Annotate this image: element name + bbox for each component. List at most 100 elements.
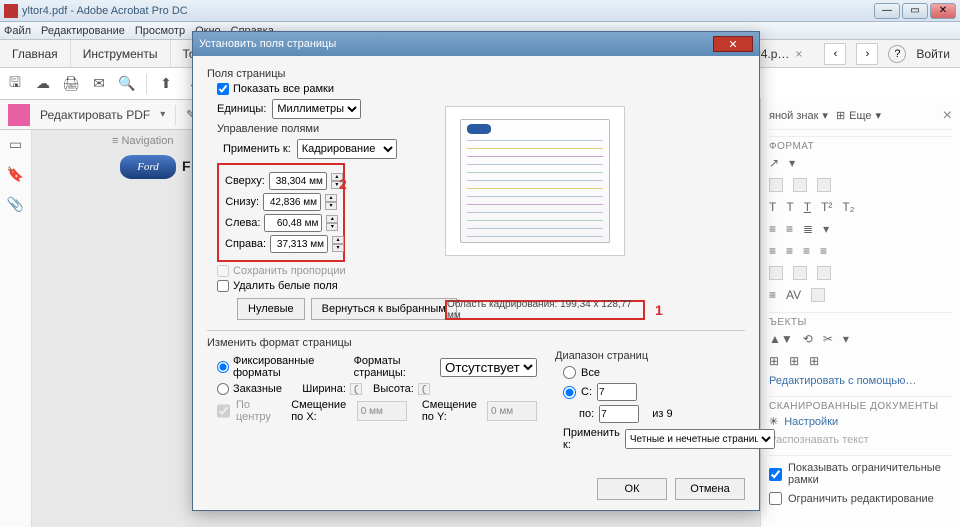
subscript-icon[interactable]: T₂ — [842, 200, 854, 214]
bookmark-icon[interactable]: 🔖 — [8, 166, 24, 182]
text-underline-icon[interactable]: T — [804, 200, 811, 214]
spinner-icon[interactable]: ▴▾ — [332, 236, 344, 252]
font-button[interactable] — [793, 178, 807, 192]
spacing-icon[interactable]: ≡ — [769, 288, 776, 302]
watermark-link[interactable]: яной знак ▾ — [769, 109, 828, 122]
av-spacing-icon[interactable]: AV — [786, 288, 801, 302]
bullet-list-icon[interactable]: ≣ — [803, 222, 813, 236]
gear-icon[interactable]: ✳ — [769, 415, 778, 428]
close-icon[interactable]: × — [943, 107, 952, 125]
window-minimize-button[interactable]: — — [874, 3, 900, 19]
text-small-t-icon[interactable]: T — [786, 200, 793, 214]
height-input — [418, 383, 430, 395]
menu-view[interactable]: Просмотр — [135, 25, 185, 37]
align-icon[interactable]: ≡ — [769, 244, 776, 258]
units-select[interactable]: Миллиметры — [272, 99, 361, 119]
window-close-button[interactable]: ✕ — [930, 3, 956, 19]
range-apply-select[interactable]: Четные и нечетные страницы — [625, 429, 775, 449]
attachment-icon[interactable]: 📎 — [8, 196, 24, 212]
box-icon[interactable] — [811, 288, 825, 302]
edit-pdf-icon — [8, 104, 30, 126]
search-icon[interactable]: 🔍 — [118, 75, 136, 93]
font-button[interactable] — [817, 178, 831, 192]
fixed-formats-radio[interactable] — [217, 361, 229, 373]
page-range-title: Диапазон страниц — [555, 350, 745, 362]
box-icon[interactable] — [793, 266, 807, 280]
save-icon[interactable]: 🖫 — [6, 75, 24, 93]
units-label: Единицы: — [217, 103, 266, 115]
window-title: yltor4.pdf - Adobe Acrobat Pro DC — [22, 5, 874, 17]
cancel-button[interactable]: Отмена — [675, 478, 745, 500]
set-page-boxes-dialog: Установить поля страницы ✕ Поля страницы… — [192, 31, 760, 511]
help-icon[interactable]: ? — [888, 45, 906, 63]
box-icon[interactable] — [769, 266, 783, 280]
dialog-close-button[interactable]: ✕ — [713, 36, 753, 52]
apply-to-select[interactable]: Кадрирование — [297, 139, 397, 159]
margin-right-input[interactable] — [270, 235, 328, 253]
align-icon[interactable]: ≡ — [786, 244, 793, 258]
pages-panel-icon[interactable]: ▭ — [8, 136, 24, 152]
menu-edit[interactable]: Редактирование — [41, 25, 125, 37]
spinner-icon[interactable]: ▴▾ — [325, 194, 337, 210]
page-up-icon[interactable]: ⬆ — [157, 75, 175, 93]
dialog-titlebar[interactable]: Установить поля страницы ✕ — [193, 32, 759, 56]
edit-with-link[interactable]: Редактировать с помощью… — [769, 375, 916, 387]
recognize-text-label: Распознавать текст — [769, 434, 869, 446]
tab-tools[interactable]: Инструменты — [71, 40, 171, 67]
settings-link[interactable]: Настройки — [784, 416, 838, 428]
page-formats-select[interactable]: Отсутствует — [440, 358, 537, 377]
range-to-input[interactable] — [599, 405, 639, 423]
align-center-icon[interactable]: ≡ — [786, 222, 793, 236]
cloud-icon[interactable]: ☁ — [34, 75, 52, 93]
spinner-icon[interactable]: ▴▾ — [326, 215, 338, 231]
restrict-edit-checkbox[interactable] — [769, 492, 782, 505]
align-obj-icon[interactable]: ⊞ — [809, 354, 819, 368]
mail-icon[interactable]: ✉ — [90, 75, 108, 93]
remove-white-checkbox[interactable] — [217, 280, 229, 292]
login-link[interactable]: Войти — [916, 47, 950, 61]
chevron-down-icon[interactable]: ▾ — [160, 109, 165, 120]
print-icon[interactable]: 🖨 — [62, 75, 80, 93]
offset-y-input — [487, 401, 537, 421]
custom-formats-radio[interactable] — [217, 383, 229, 395]
arrow-icon[interactable]: ↗ — [769, 156, 779, 170]
align-icon[interactable]: ≡ — [803, 244, 810, 258]
margin-bottom-input[interactable] — [263, 193, 321, 211]
more-link[interactable]: ⊞ Еще ▾ — [836, 109, 881, 122]
tab-prev-button[interactable]: ‹ — [824, 43, 846, 65]
ok-button[interactable]: ОК — [597, 478, 667, 500]
align-icon[interactable]: ≡ — [820, 244, 827, 258]
rotate-icon[interactable]: ⟲ — [803, 332, 813, 346]
crop-icon[interactable]: ✂ — [823, 332, 833, 346]
font-button[interactable] — [769, 178, 783, 192]
close-icon[interactable]: × — [795, 47, 802, 61]
show-bounds-checkbox[interactable] — [769, 468, 782, 481]
align-obj-icon[interactable]: ⊞ — [769, 354, 779, 368]
ford-logo: Ford — [120, 155, 176, 179]
section-scanned: СКАНИРОВАННЫЕ ДОКУМЕНТЫ — [769, 396, 952, 412]
range-from-input[interactable] — [597, 383, 637, 401]
ford-logo-mini — [467, 124, 491, 134]
align-obj-icon[interactable]: ⊞ — [789, 354, 799, 368]
range-all-radio[interactable] — [563, 366, 576, 379]
range-from-radio[interactable] — [563, 386, 576, 399]
app-icon — [4, 4, 18, 18]
superscript-icon[interactable]: T² — [821, 200, 832, 214]
box-icon[interactable] — [817, 266, 831, 280]
revert-selection-button[interactable]: Вернуться к выбранным — [311, 298, 457, 320]
window-restore-button[interactable]: ▭ — [902, 3, 928, 19]
section-objects: ЪЕКТЫ — [769, 312, 952, 328]
tab-home[interactable]: Главная — [0, 40, 71, 67]
tab-next-button[interactable]: › — [856, 43, 878, 65]
margin-top-input[interactable] — [269, 172, 327, 190]
align-left-icon[interactable]: ≡ — [769, 222, 776, 236]
flip-icon[interactable]: ▲▼ — [769, 332, 793, 346]
show-all-frames-checkbox[interactable] — [217, 83, 229, 95]
margin-left-input[interactable] — [264, 214, 322, 232]
menu-file[interactable]: Файл — [4, 25, 31, 37]
chevron-down-icon[interactable]: ▾ — [789, 156, 795, 170]
text-T-icon[interactable]: T — [769, 200, 776, 214]
zero-margins-button[interactable]: Нулевые — [237, 298, 305, 320]
window-titlebar: yltor4.pdf - Adobe Acrobat Pro DC — ▭ ✕ — [0, 0, 960, 22]
edit-pdf-title: Редактировать PDF — [40, 108, 150, 122]
